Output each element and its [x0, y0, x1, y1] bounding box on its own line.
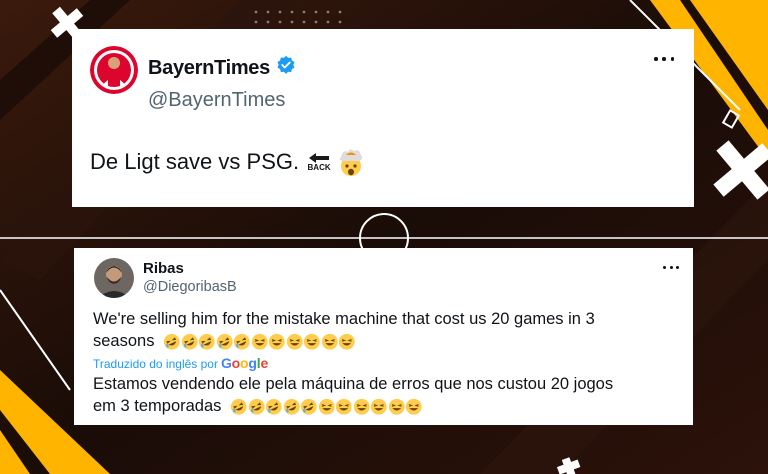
rofl-emoji-icon	[233, 333, 250, 350]
laughing-emoji-icon	[388, 398, 405, 415]
more-options-icon[interactable]	[663, 264, 679, 270]
back-arrow-label: BACK	[307, 163, 331, 172]
exploding-head-emoji-icon	[337, 147, 365, 177]
laughing-emoji-icon	[286, 333, 303, 350]
handle[interactable]: @BayernTimes	[148, 89, 285, 112]
rofl-emoji-icon	[181, 333, 198, 350]
more-options-icon[interactable]	[654, 55, 674, 63]
laughing-emoji-icon	[268, 333, 285, 350]
rofl-emoji-icon	[283, 398, 300, 415]
tweet-card-bayerntimes[interactable]: BayernTimes @BayernTimes De Ligt save vs…	[72, 29, 694, 207]
laughing-emoji-icon	[303, 333, 320, 350]
tweet-text: De Ligt save vs PSG.	[90, 149, 300, 174]
laughing-emoji-icon	[405, 398, 422, 415]
rofl-emoji-icon	[230, 398, 247, 415]
rofl-emoji-icon	[300, 398, 317, 415]
google-logo: Google	[220, 355, 269, 371]
rofl-emoji-icon	[248, 398, 265, 415]
back-arrow-emoji-icon: BACK	[307, 152, 331, 172]
translated-label[interactable]: Traduzido do inglês por	[93, 355, 218, 373]
laughing-emoji-icon	[370, 398, 387, 415]
translated-by-row[interactable]: Traduzido do inglês por Google	[93, 354, 673, 373]
laughing-emoji-icon	[318, 398, 335, 415]
verified-badge-icon	[276, 55, 296, 81]
avatar[interactable]	[94, 258, 134, 298]
laughing-emoji-icon	[251, 333, 268, 350]
translation-line-2: em 3 temporadas	[93, 397, 222, 415]
handle[interactable]: @DiegoribasB	[143, 279, 237, 295]
tweet-text-line-2: seasons	[93, 332, 155, 350]
laughing-emoji-icon	[353, 398, 370, 415]
emoji-row	[230, 398, 423, 416]
emoji-row	[163, 333, 356, 351]
translation-line-2-row: em 3 temporadas	[93, 395, 673, 417]
tweet-text-row: De Ligt save vs PSG. BACK	[90, 147, 365, 177]
display-name[interactable]: Ribas	[143, 260, 184, 277]
display-name-row: BayernTimes	[148, 55, 296, 81]
tweet-body: We're selling him for the mistake machin…	[93, 308, 673, 417]
tweet-text-line-2-row: seasons	[93, 330, 673, 352]
display-name[interactable]: BayernTimes	[148, 57, 270, 80]
tweet-card-ribas[interactable]: Ribas @DiegoribasB We're selling him for…	[74, 248, 693, 425]
avatar[interactable]	[90, 46, 138, 94]
laughing-emoji-icon	[321, 333, 338, 350]
rofl-emoji-icon	[265, 398, 282, 415]
rofl-emoji-icon	[163, 333, 180, 350]
rofl-emoji-icon	[198, 333, 215, 350]
tweet-text-line-1: We're selling him for the mistake machin…	[93, 310, 595, 328]
laughing-emoji-icon	[338, 333, 355, 350]
rofl-emoji-icon	[216, 333, 233, 350]
translation-line-1: Estamos vendendo ele pela máquina de err…	[93, 375, 614, 393]
laughing-emoji-icon	[335, 398, 352, 415]
